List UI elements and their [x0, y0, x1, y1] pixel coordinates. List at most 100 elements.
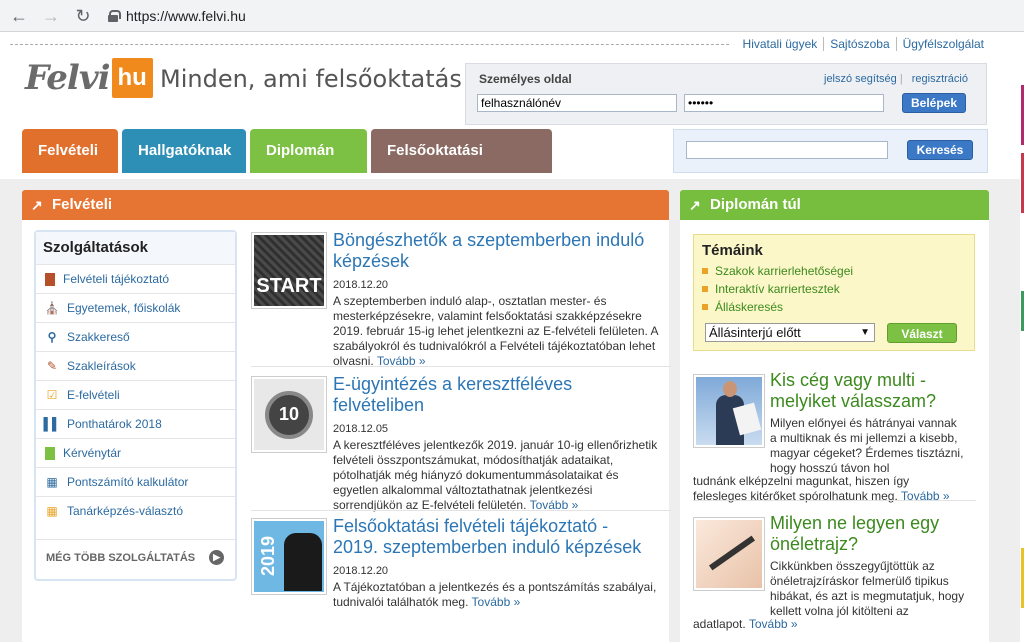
article-date: 2018.12.20: [333, 279, 389, 291]
article-title[interactable]: Böngészhetők a szeptemberben induló képz…: [333, 230, 653, 272]
register-link[interactable]: regisztráció: [912, 73, 968, 85]
arrow-icon: ↗: [31, 197, 43, 213]
section-title: Felvételi: [52, 196, 113, 213]
left-panel: Szolgáltatások Felvételi tájékoztató ⛪ Eg…: [22, 220, 671, 642]
divider: [693, 500, 976, 501]
pen-shape: [708, 535, 756, 571]
service-label: Pontszámító kalkulátor: [67, 475, 189, 489]
bar-chart-icon: ▌▌: [43, 417, 61, 431]
search-input[interactable]: [686, 141, 888, 159]
service-item[interactable]: ▌▌ Ponthatárok 2018: [36, 409, 235, 438]
more-services-link[interactable]: MÉG TÖBB SZOLGÁLTATÁS ▶: [36, 539, 235, 575]
tab-felsooktatasi-muhely[interactable]: Felsőoktatási műhely: [371, 129, 552, 203]
url-text: https://www.felvi.hu: [126, 7, 246, 24]
article-body: tudnánk elképzelni magunkat, hiszen így …: [693, 474, 910, 503]
article-text: A keresztféléves jelentkezők 2019. januá…: [333, 438, 663, 513]
article-text-short: Milyen előnyei és hátrányai vannak a mul…: [770, 416, 964, 475]
login-box: Személyes oldal jelszó segítség | regisz…: [465, 63, 987, 125]
right-panel: Témáink Szakok karrierlehetőségei Intera…: [680, 220, 989, 642]
link-sajtoszoba[interactable]: Sajtószoba: [824, 37, 897, 51]
dropdown-arrow-icon: ▼: [860, 327, 870, 338]
tab-diploman-tul[interactable]: Diplomán túl: [250, 129, 367, 203]
service-item[interactable]: ▦ Pontszámító kalkulátor: [36, 467, 235, 496]
site-logo[interactable]: Felvi hu: [25, 55, 153, 101]
link-separator: |: [899, 73, 903, 85]
back-icon[interactable]: ←: [6, 3, 32, 29]
service-item[interactable]: ▦ Tanárképzés-választó: [36, 496, 235, 525]
magnifier-icon: ⚲: [47, 330, 57, 344]
reload-icon[interactable]: ↻: [70, 3, 96, 29]
service-item[interactable]: ☑ E-felvételi: [36, 380, 235, 409]
choose-button[interactable]: Választ: [887, 323, 957, 343]
service-item[interactable]: ✎ Szakleírások: [36, 351, 235, 380]
read-more-link[interactable]: Tovább »: [749, 617, 798, 631]
tab-hallgatoknak[interactable]: Hallgatóknak: [122, 129, 246, 173]
table-icon: ▦: [46, 504, 58, 518]
logo-text: Felvi: [25, 58, 110, 98]
more-services-label: MÉG TÖBB SZOLGÁLTATÁS: [46, 551, 196, 564]
topic-item[interactable]: Interaktív karriertesztek: [702, 280, 853, 298]
topics-list: Szakok karrierlehetőségei Interaktív kar…: [702, 262, 853, 316]
section-header-felveteli[interactable]: ↗ Felvételi: [22, 190, 669, 220]
tab-felveteli[interactable]: Felvételi: [22, 129, 118, 173]
main-tabs: Felvételi Hallgatóknak Diplomán túl Fels…: [22, 129, 552, 203]
article-thumbnail[interactable]: START: [251, 232, 327, 309]
article-thumbnail[interactable]: [693, 517, 765, 591]
arrow-icon: ↗: [689, 197, 701, 213]
topic-item[interactable]: Szakok karrierlehetőségei: [702, 262, 853, 280]
address-bar[interactable]: https://www.felvi.hu: [108, 8, 246, 24]
forward-icon[interactable]: →: [38, 3, 64, 29]
article-thumbnail[interactable]: [693, 374, 765, 448]
topic-item[interactable]: Álláskeresés: [702, 298, 853, 316]
article-title[interactable]: E-ügyintézés a keresztféléves felvételib…: [333, 374, 653, 416]
dashed-divider: [10, 43, 729, 45]
article-title[interactable]: Milyen ne legyen egy önéletrajz?: [770, 513, 980, 555]
page: Hivatali ügyek Sajtószoba Ügyfélszolgála…: [0, 33, 1024, 642]
login-links: jelszó segítség | regisztráció: [818, 73, 968, 85]
figure-head: [723, 381, 737, 397]
article-title[interactable]: Kis cég vagy multi - melyiket válasszam?: [770, 370, 980, 412]
login-title: Személyes oldal: [479, 72, 572, 86]
username-input[interactable]: [477, 94, 677, 112]
businessman-image: [696, 377, 762, 445]
logo-badge: hu: [111, 58, 153, 98]
top-links: Hivatali ügyek Sajtószoba Ügyfélszolgála…: [0, 37, 984, 51]
link-hivatali-ugyek[interactable]: Hivatali ügyek: [737, 37, 825, 51]
link-ugyfelszolgalat[interactable]: Ügyfélszolgálat: [897, 37, 984, 51]
password-help-link[interactable]: jelszó segítség: [824, 73, 897, 85]
article-thumbnail[interactable]: 10: [251, 376, 327, 453]
article-text: A szeptemberben induló alap-, osztatlan …: [333, 294, 663, 369]
building-icon: ⛪: [44, 301, 60, 315]
article-thumbnail[interactable]: 2019: [251, 518, 327, 595]
service-label: E-felvételi: [67, 388, 120, 402]
lock-icon: [108, 9, 121, 22]
start-image: START: [254, 235, 324, 306]
service-item[interactable]: ⛪ Egyetemek, főiskolák: [36, 293, 235, 322]
bullet-icon: [702, 268, 708, 274]
search-button[interactable]: Keresés: [907, 140, 973, 160]
section-title: Diplomán túl: [710, 196, 801, 213]
password-input[interactable]: [684, 94, 884, 112]
tagline: Minden, ami felsőoktatás: [160, 65, 462, 93]
topic-select[interactable]: Állásinterjú előtt ▼: [705, 323, 875, 342]
service-label: Szakkereső: [67, 330, 130, 344]
writing-hand-image: [696, 520, 762, 588]
read-more-link[interactable]: Tovább »: [472, 595, 521, 609]
service-item[interactable]: ⚲ Szakkereső: [36, 322, 235, 351]
service-item[interactable]: Kérvénytár: [36, 438, 235, 467]
section-header-diploman-tul[interactable]: ↗ Diplomán túl: [680, 190, 989, 220]
service-item[interactable]: Felvételi tájékoztató: [36, 264, 235, 293]
topic-label: Interaktív karriertesztek: [715, 282, 840, 296]
article-title[interactable]: Felsőoktatási felvételi tájékoztató - 20…: [333, 516, 653, 558]
service-label: Felvételi tájékoztató: [63, 272, 170, 286]
calendar-image: 10: [254, 379, 324, 450]
article-text-full: adatlapot. Tovább »: [693, 617, 963, 632]
people-silhouette: [284, 533, 322, 591]
divider: [251, 366, 671, 367]
service-label: Szakleírások: [67, 359, 136, 373]
login-button[interactable]: Belépek: [902, 93, 966, 113]
topics-title: Témáink: [702, 242, 763, 259]
services-title: Szolgáltatások: [36, 232, 235, 264]
bullet-icon: [702, 286, 708, 292]
document-icon: ✎: [46, 359, 58, 373]
